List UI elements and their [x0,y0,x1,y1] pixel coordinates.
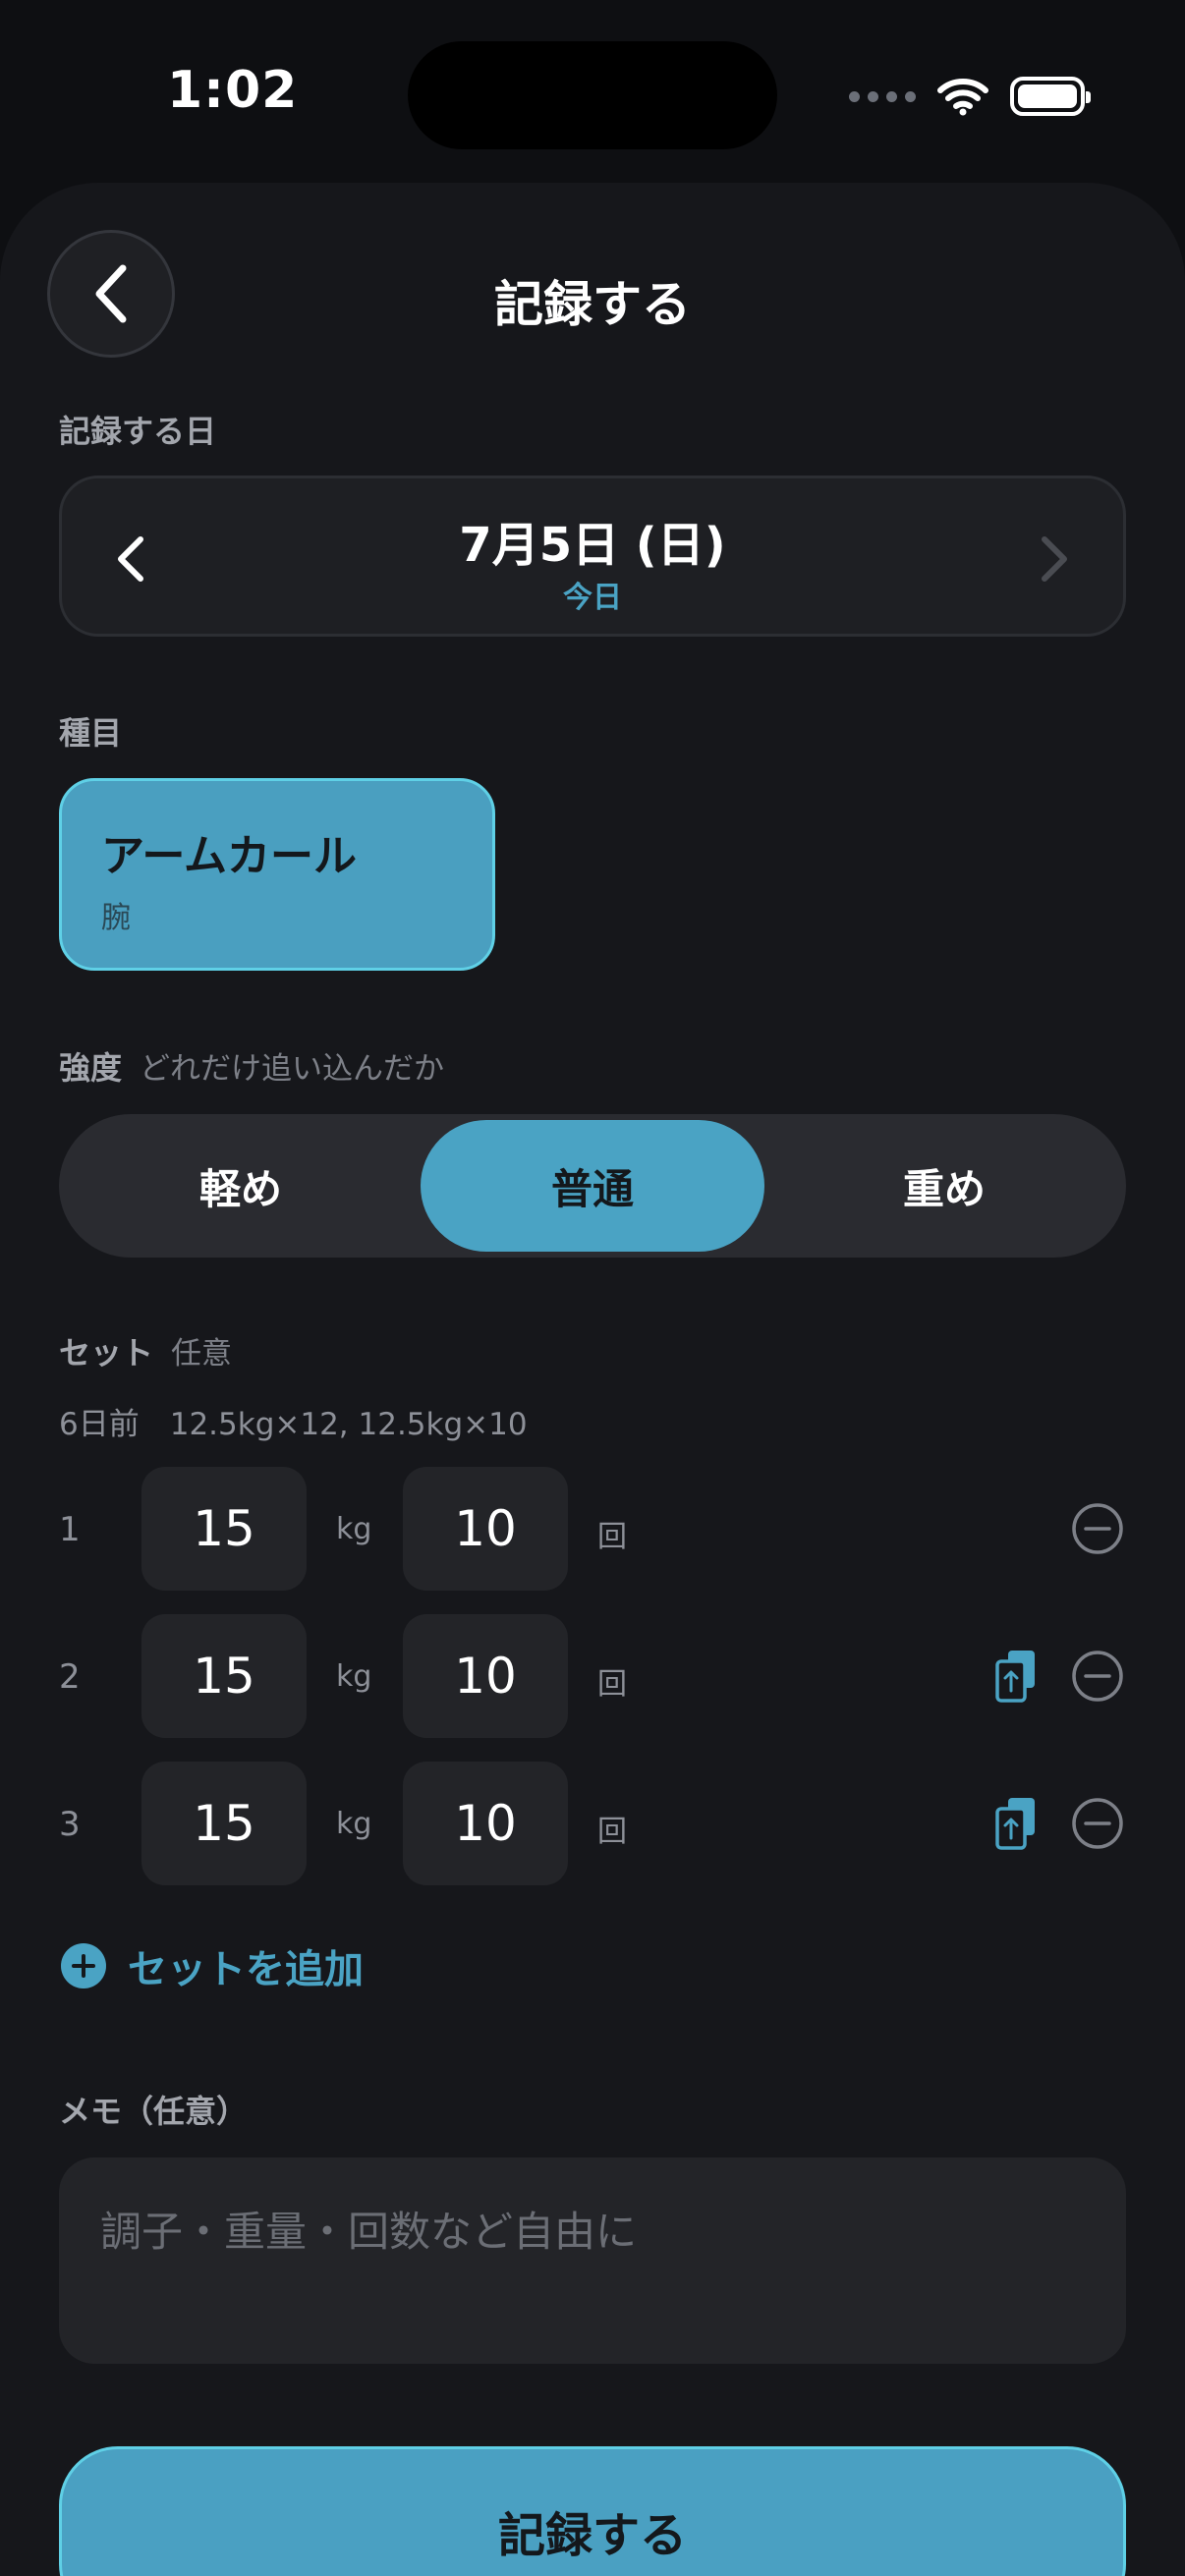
weight-input[interactable]: 15 [141,1614,307,1738]
remove-set-button[interactable] [1071,1502,1124,1555]
exercise-section-label: 種目 [59,714,123,752]
set-row: 3 15 kg 10 回 [0,1762,1185,1885]
add-set-button[interactable]: セットを追加 [61,1937,364,1994]
copy-previous-set-icon[interactable] [994,1795,1038,1852]
set-number: 2 [59,1657,81,1697]
submit-record-button[interactable]: 記録する [59,2446,1126,2576]
memo-section-label: メモ（任意） [59,2093,249,2130]
reps-unit: 回 [597,1667,627,1702]
selected-date: 7月5日 (日) [459,518,726,573]
date-selector: 7月5日 (日) 今日 [59,476,1126,637]
reps-input[interactable]: 10 [403,1762,568,1885]
next-day-button[interactable] [1025,528,1084,590]
remove-set-button[interactable] [1071,1797,1124,1850]
reps-input[interactable]: 10 [403,1614,568,1738]
remove-set-button[interactable] [1071,1650,1124,1703]
sets-label: セット [59,1334,154,1372]
set-row: 1 15 kg 10 回 [0,1467,1185,1591]
wifi-icon [937,79,988,116]
copy-previous-set-icon[interactable] [994,1648,1038,1705]
intensity-segmented-control: 軽め 普通 重め [59,1114,1126,1258]
date-section-label: 記録する日 [59,413,217,450]
reps-unit: 回 [597,1815,627,1849]
exercise-body-part: 腕 [101,901,131,935]
status-time: 1:02 [167,61,299,120]
weight-unit: kg [336,1659,372,1694]
battery-icon [1010,77,1091,116]
status-icons [849,73,1091,120]
intensity-label: 強度 [59,1049,123,1087]
memo-input[interactable] [59,2157,1126,2364]
sets-section-label: セット 任意 [59,1328,232,1373]
set-number: 3 [59,1805,81,1844]
weight-unit: kg [336,1807,372,1841]
add-set-label: セットを追加 [128,1947,364,1992]
intensity-option-heavy[interactable]: 重め [772,1120,1116,1252]
weight-input[interactable]: 15 [141,1467,307,1591]
set-row: 2 15 kg 10 回 [0,1614,1185,1738]
set-number: 1 [59,1510,81,1549]
exercise-name: アームカール [101,831,358,881]
intensity-hint: どれだけ追い込んだか [140,1051,445,1087]
previous-record: 6日前 12.5kg×12, 12.5kg×10 [59,1407,528,1442]
relative-date-label: 今日 [563,581,622,615]
weight-input[interactable]: 15 [141,1762,307,1885]
weight-unit: kg [336,1512,372,1546]
sets-optional-label: 任意 [171,1336,233,1372]
intensity-option-normal[interactable]: 普通 [421,1120,764,1252]
plus-circle-icon [61,1943,106,1988]
intensity-option-light[interactable]: 軽め [69,1120,413,1252]
intensity-section-label: 強度 どれだけ追い込んだか [59,1043,444,1089]
reps-input[interactable]: 10 [403,1467,568,1591]
cellular-signal-icon [849,90,916,102]
dynamic-island [408,41,777,149]
reps-unit: 回 [597,1520,627,1554]
page-title: 記録する [494,276,691,333]
exercise-card[interactable]: アームカール 腕 [59,778,495,971]
